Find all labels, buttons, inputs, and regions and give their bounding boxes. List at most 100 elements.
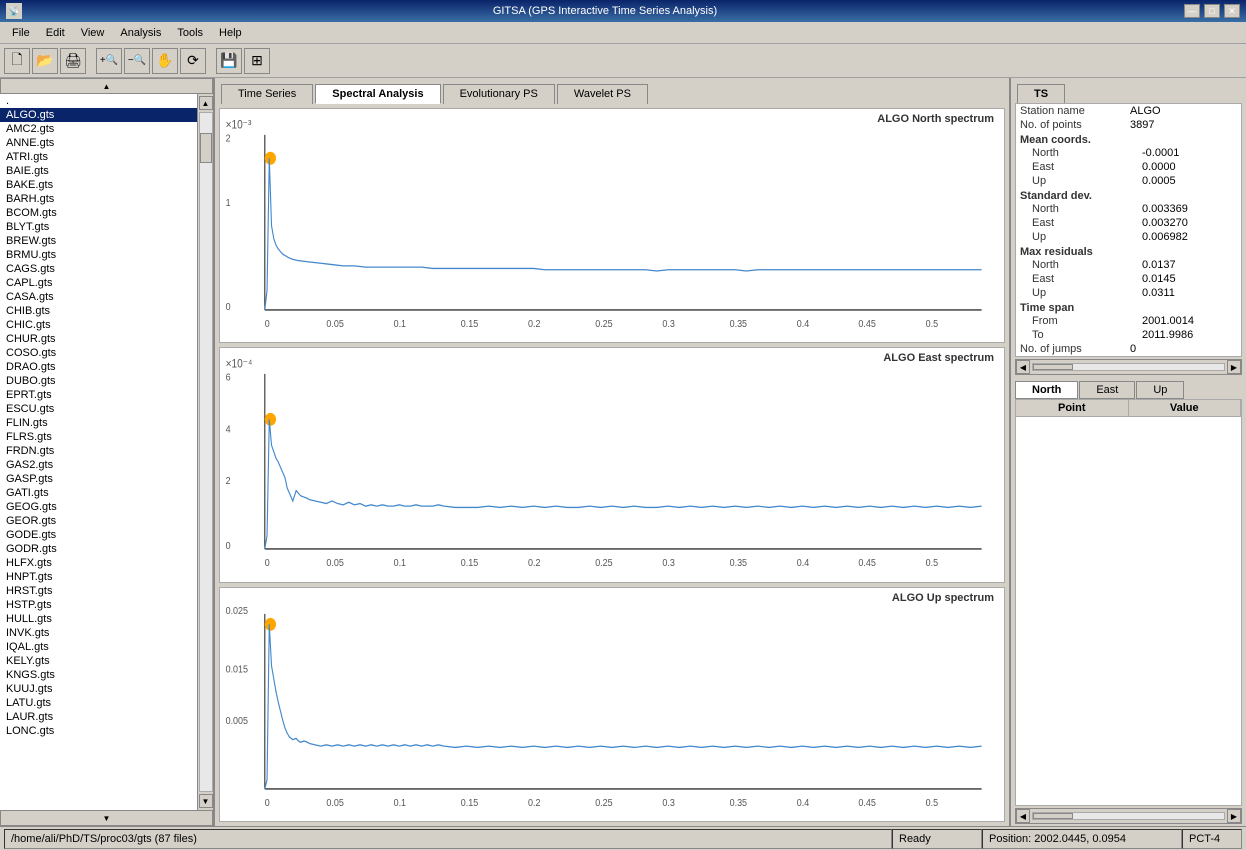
tab-spectral-analysis[interactable]: Spectral Analysis	[315, 84, 440, 104]
menu-file[interactable]: File	[4, 25, 38, 41]
pv-scroll-track[interactable]	[1032, 812, 1225, 820]
scrollbar-track[interactable]	[199, 112, 213, 792]
reset-button[interactable]: ⟳	[180, 48, 206, 74]
neu-tab-east[interactable]: East	[1079, 381, 1135, 399]
file-item[interactable]: BARH.gts	[0, 192, 197, 206]
file-item[interactable]: KELY.gts	[0, 654, 197, 668]
file-item[interactable]: DRAO.gts	[0, 360, 197, 374]
maximize-button[interactable]: □	[1204, 4, 1220, 18]
close-button[interactable]: ✕	[1224, 4, 1240, 18]
file-item[interactable]: GATI.gts	[0, 486, 197, 500]
file-item[interactable]: BLYT.gts	[0, 220, 197, 234]
pan-button[interactable]: ✋	[152, 48, 178, 74]
file-item[interactable]: AMC2.gts	[0, 122, 197, 136]
file-item[interactable]: BCOM.gts	[0, 206, 197, 220]
open-button[interactable]: 📂	[32, 48, 58, 74]
file-item[interactable]: CAGS.gts	[0, 262, 197, 276]
file-item[interactable]: ESCU.gts	[0, 402, 197, 416]
right-info-scrollbar[interactable]: ◀ ▶	[1015, 359, 1242, 375]
file-item[interactable]: FRDN.gts	[0, 444, 197, 458]
file-item[interactable]: HLFX.gts	[0, 556, 197, 570]
zoom-out-button[interactable]: −🔍	[124, 48, 150, 74]
file-item[interactable]: GASP.gts	[0, 472, 197, 486]
file-item[interactable]: GEOR.gts	[0, 514, 197, 528]
file-item[interactable]: CHIB.gts	[0, 304, 197, 318]
file-item[interactable]: CAPL.gts	[0, 276, 197, 290]
export-image-button[interactable]: 💾	[216, 48, 242, 74]
info-scroll-left[interactable]: ◀	[1016, 360, 1030, 374]
tab-evolutionary-ps[interactable]: Evolutionary PS	[443, 84, 555, 104]
scroll-down-button[interactable]: ▼	[0, 810, 213, 826]
up-mean-value: 0.0005	[1142, 175, 1176, 187]
print-button[interactable]: 🖨	[60, 48, 86, 74]
file-item[interactable]: GODE.gts	[0, 528, 197, 542]
menu-edit[interactable]: Edit	[38, 25, 73, 41]
file-item[interactable]: FLRS.gts	[0, 430, 197, 444]
file-item[interactable]: INVK.gts	[0, 626, 197, 640]
menu-view[interactable]: View	[73, 25, 113, 41]
neu-tab-up[interactable]: Up	[1136, 381, 1184, 399]
statusbar: /home/ali/PhD/TS/proc03/gts (87 files) R…	[0, 826, 1246, 850]
file-item[interactable]: BAIE.gts	[0, 164, 197, 178]
menu-analysis[interactable]: Analysis	[112, 25, 169, 41]
file-item[interactable]: CHUR.gts	[0, 332, 197, 346]
file-item[interactable]: COSO.gts	[0, 346, 197, 360]
file-item[interactable]: IQAL.gts	[0, 640, 197, 654]
info-scroll-right[interactable]: ▶	[1227, 360, 1241, 374]
file-item[interactable]: GODR.gts	[0, 542, 197, 556]
file-item[interactable]: ATRI.gts	[0, 150, 197, 164]
file-item[interactable]: BRMU.gts	[0, 248, 197, 262]
pv-scrollbar[interactable]: ◀ ▶	[1015, 808, 1242, 824]
file-item[interactable]: BAKE.gts	[0, 178, 197, 192]
svg-text:0.45: 0.45	[858, 797, 875, 809]
svg-text:0.5: 0.5	[926, 558, 938, 570]
pv-scroll-left[interactable]: ◀	[1016, 809, 1030, 823]
east-max-row: East 0.0145	[1016, 272, 1241, 286]
tab-wavelet-ps[interactable]: Wavelet PS	[557, 84, 648, 104]
file-item[interactable]: EPRT.gts	[0, 388, 197, 402]
file-list[interactable]: .ALGO.gtsAMC2.gtsANNE.gtsATRI.gtsBAIE.gt…	[0, 94, 197, 810]
file-item[interactable]: BREW.gts	[0, 234, 197, 248]
east-std-value: 0.003270	[1142, 217, 1188, 229]
file-item[interactable]: LONC.gts	[0, 724, 197, 738]
file-item[interactable]: KUUJ.gts	[0, 682, 197, 696]
file-item[interactable]: HSTP.gts	[0, 598, 197, 612]
file-item[interactable]: HNPT.gts	[0, 570, 197, 584]
file-item[interactable]: HRST.gts	[0, 584, 197, 598]
info-scroll-track[interactable]	[1032, 363, 1225, 371]
file-item[interactable]: CHIC.gts	[0, 318, 197, 332]
pv-scroll-right[interactable]: ▶	[1227, 809, 1241, 823]
svg-text:0.15: 0.15	[461, 318, 478, 330]
neu-tab-north[interactable]: North	[1015, 381, 1078, 399]
center-panel: Time Series Spectral Analysis Evolutiona…	[215, 78, 1009, 826]
file-item[interactable]: .	[0, 94, 197, 108]
file-item[interactable]: CASA.gts	[0, 290, 197, 304]
minimize-button[interactable]: —	[1184, 4, 1200, 18]
scrollbar-thumb[interactable]	[200, 133, 212, 163]
new-button[interactable]: 🗋	[4, 48, 30, 74]
info-scroll-thumb[interactable]	[1033, 364, 1073, 370]
file-item[interactable]: FLIN.gts	[0, 416, 197, 430]
zoom-in-button[interactable]: +🔍	[96, 48, 122, 74]
scrollbar-up-arrow[interactable]: ▲	[199, 96, 213, 110]
right-tab-ts[interactable]: TS	[1017, 84, 1065, 103]
file-item[interactable]: KNGS.gts	[0, 668, 197, 682]
menu-help[interactable]: Help	[211, 25, 250, 41]
file-item[interactable]: ANNE.gts	[0, 136, 197, 150]
file-item[interactable]: ALGO.gts	[0, 108, 197, 122]
up-std-value: 0.006982	[1142, 231, 1188, 243]
pv-scroll-thumb[interactable]	[1033, 813, 1073, 819]
scroll-up-button[interactable]: ▲	[0, 78, 213, 94]
grid-button[interactable]: ⊞	[244, 48, 270, 74]
menu-tools[interactable]: Tools	[169, 25, 211, 41]
file-item[interactable]: LAUR.gts	[0, 710, 197, 724]
scrollbar-down-arrow[interactable]: ▼	[199, 794, 213, 808]
file-item[interactable]: DUBO.gts	[0, 374, 197, 388]
file-item[interactable]: LATU.gts	[0, 696, 197, 710]
file-item[interactable]: GEOG.gts	[0, 500, 197, 514]
file-item[interactable]: HULL.gts	[0, 612, 197, 626]
tab-time-series[interactable]: Time Series	[221, 84, 313, 104]
east-spectrum-line	[265, 420, 982, 550]
file-item[interactable]: GAS2.gts	[0, 458, 197, 472]
up-mean-row: Up 0.0005	[1016, 174, 1241, 188]
